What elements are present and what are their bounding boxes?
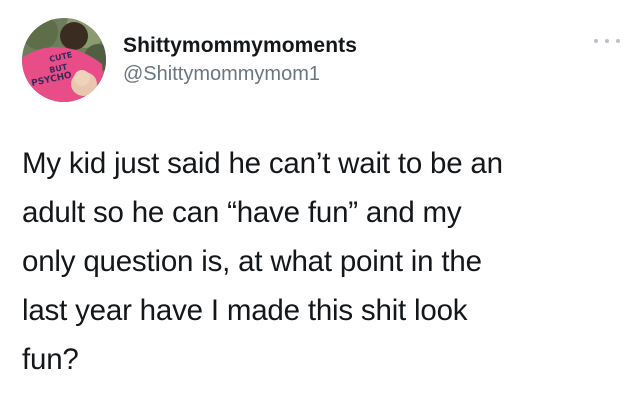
tweet-text: My kid just said he can’t wait to be an … [22,139,622,384]
more-dot [594,39,598,43]
avatar-photo: CUTE BUT PSYCHO [22,18,106,102]
author-names: Shittymommymoments @Shittymommymom1 [123,33,357,87]
tweet-header: CUTE BUT PSYCHO Shittymommymoments @Shit… [22,18,357,102]
display-name[interactable]: Shittymommymoments [123,33,357,59]
more-dot [605,39,609,43]
more-dot [616,39,620,43]
tweet-card: CUTE BUT PSYCHO Shittymommymoments @Shit… [0,0,640,411]
tweet-text-line: fun? [22,343,79,376]
tweet-text-line: last year have I made this shit look [22,294,468,327]
tweet-text-line: adult so he can “have fun” and my [22,196,462,229]
tweet-text-line: My kid just said he can’t wait to be an [22,147,503,180]
more-horizontal-icon[interactable] [594,36,620,46]
tweet-text-line: only question is, at what point in the [22,245,482,278]
user-handle[interactable]: @Shittymommymom1 [123,61,357,87]
avatar[interactable]: CUTE BUT PSYCHO [22,18,106,102]
